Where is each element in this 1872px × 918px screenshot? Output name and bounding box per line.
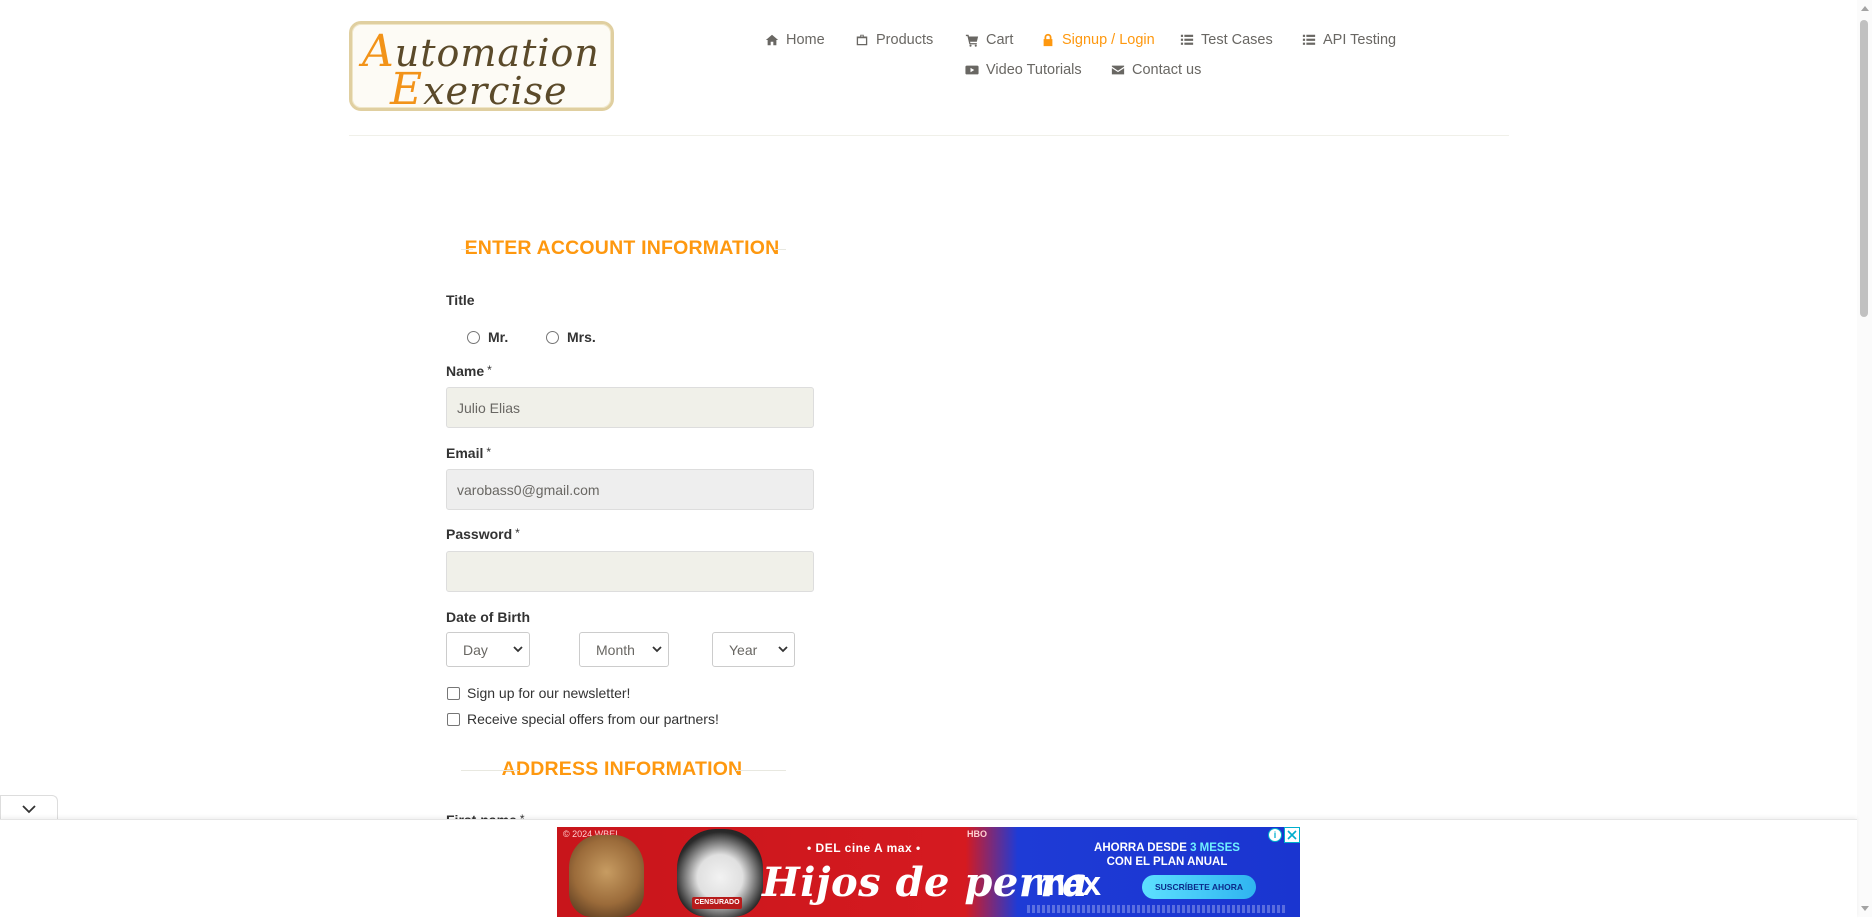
heading-rule-left (461, 769, 519, 771)
dob-day-select[interactable]: Day (446, 632, 530, 667)
title-mr-option[interactable]: Mr. (467, 329, 508, 345)
ad-fine-print (1027, 905, 1287, 913)
lock-icon (1043, 33, 1053, 47)
logo-line-2: Exercise (390, 64, 568, 115)
password-label: Password * (446, 526, 520, 542)
nav-test-cases[interactable]: Test Cases (1180, 32, 1273, 48)
nav-video-tutorials-label: Video Tutorials (986, 62, 1082, 78)
newsletter-label: Sign up for our newsletter! (467, 685, 631, 701)
nav-signup-login[interactable]: Signup / Login (1041, 32, 1155, 48)
password-input[interactable] (446, 551, 814, 592)
address-info-heading: ADDRESS INFORMATION (446, 758, 798, 781)
ad-close-button[interactable] (1284, 827, 1300, 843)
title-mrs-radio[interactable] (546, 330, 559, 344)
ad-promo-text: AHORRA DESDE 3 MESES CON EL PLAN ANUAL (1094, 842, 1240, 868)
address-info-heading-text: ADDRESS INFORMATION (501, 758, 743, 780)
chevron-down-icon (778, 646, 788, 653)
dob-month-value: Month (596, 641, 635, 658)
scrollbar-thumb[interactable] (1860, 20, 1868, 317)
required-marker: * (487, 363, 492, 377)
required-marker: * (486, 445, 492, 459)
nav-contact-us[interactable]: Contact us (1111, 62, 1201, 78)
ad-network-logo: HBO (967, 829, 987, 839)
title-label: Title (446, 292, 475, 308)
nav-products-label: Products (876, 32, 934, 48)
offers-option[interactable]: Receive special offers from our partners… (447, 711, 719, 727)
account-info-heading: ENTER ACCOUNT INFORMATION (446, 237, 798, 260)
nav-test-cases-label: Test Cases (1201, 32, 1273, 48)
advertisement-banner[interactable]: © 2024 WBEI HBO CENSURADO • DEL cine A m… (557, 827, 1300, 917)
ad-info-icon[interactable]: i (1268, 828, 1282, 842)
nav-products[interactable]: Products (855, 32, 933, 48)
required-marker: * (515, 526, 520, 540)
dob-day-value: Day (463, 641, 488, 658)
nav-api-testing-label: API Testing (1323, 32, 1397, 48)
header-divider (349, 135, 1509, 136)
heading-rule-right (774, 248, 786, 250)
nav-cart-label: Cart (986, 32, 1014, 48)
title-mrs-label: Mrs. (567, 329, 596, 345)
nav-signup-login-label: Signup / Login (1062, 32, 1155, 48)
account-info-heading-text: ENTER ACCOUNT INFORMATION (464, 237, 780, 259)
nav-video-tutorials[interactable]: Video Tutorials (965, 62, 1082, 78)
cart-icon (965, 34, 979, 47)
dob-year-select[interactable]: Year (712, 632, 795, 667)
ad-brand-logo: max (1035, 865, 1101, 903)
ad-cta-button[interactable]: SUSCRÍBETE AHORA (1142, 875, 1256, 899)
page-scrollbar[interactable] (1857, 0, 1872, 917)
heading-rule-left (461, 248, 473, 250)
scroll-up-arrow[interactable] (1861, 6, 1869, 11)
heading-rule-right (736, 769, 786, 771)
nav-contact-us-label: Contact us (1132, 62, 1202, 78)
ad-dog-image-1 (569, 835, 644, 917)
ad-collapse-toggle[interactable] (0, 795, 58, 820)
ad-censored-badge: CENSURADO (692, 897, 742, 909)
ad-tagline: • DEL cine A max • (807, 841, 921, 855)
list-icon (1180, 34, 1194, 45)
site-logo[interactable]: Automation Exercise (349, 21, 614, 115)
title-mr-label: Mr. (488, 329, 509, 345)
nav-cart[interactable]: Cart (965, 32, 1013, 48)
nav-api-testing[interactable]: API Testing (1302, 32, 1396, 48)
briefcase-icon (856, 34, 868, 46)
youtube-play-icon (965, 65, 979, 75)
email-label: Email * (446, 445, 492, 461)
title-mrs-option[interactable]: Mrs. (546, 329, 596, 345)
email-input[interactable] (446, 469, 814, 510)
close-icon (1284, 827, 1300, 843)
chevron-down-icon (22, 805, 36, 814)
envelope-icon (1111, 65, 1125, 75)
chevron-down-icon (513, 646, 523, 653)
newsletter-option[interactable]: Sign up for our newsletter! (447, 685, 630, 701)
home-icon (765, 34, 779, 46)
offers-checkbox[interactable] (447, 712, 460, 726)
scroll-down-arrow[interactable] (1861, 906, 1869, 911)
dob-year-value: Year (729, 641, 758, 658)
title-mr-radio[interactable] (467, 330, 480, 344)
nav-home-label: Home (786, 32, 825, 48)
nav-home[interactable]: Home (765, 32, 825, 48)
name-input[interactable] (446, 387, 814, 428)
newsletter-checkbox[interactable] (447, 686, 460, 700)
list-icon (1302, 34, 1316, 45)
offers-label: Receive special offers from our partners… (467, 711, 719, 727)
dob-month-select[interactable]: Month (579, 632, 669, 667)
name-label: Name * (446, 363, 492, 379)
dob-label: Date of Birth (446, 609, 530, 625)
chevron-down-icon (652, 646, 662, 653)
